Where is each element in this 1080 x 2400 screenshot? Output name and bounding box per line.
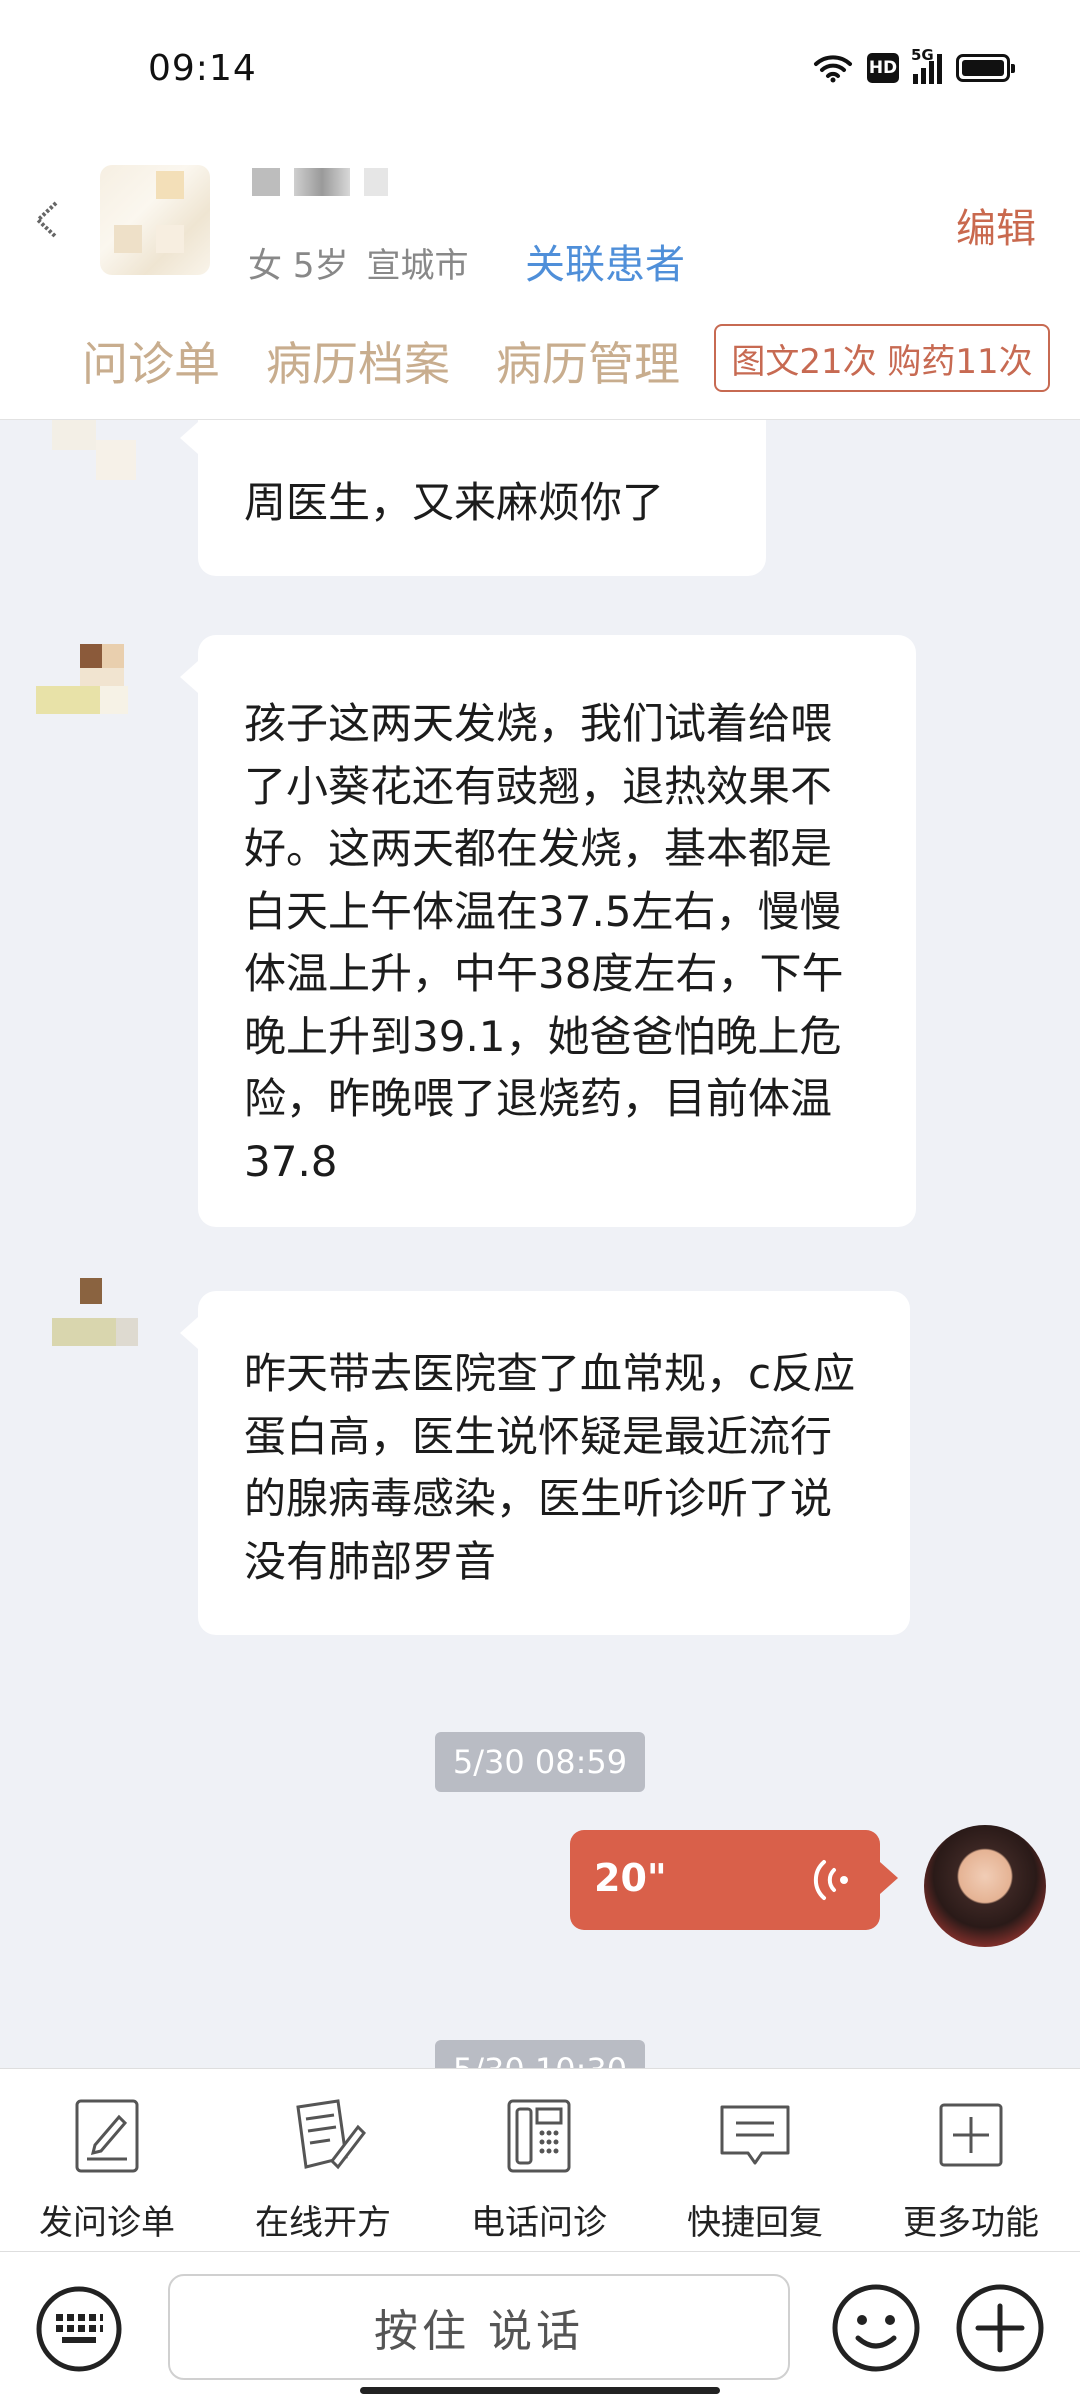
5g-signal-icon: 5G [911,46,942,84]
patient-message-avatar[interactable] [28,420,168,540]
online-prescription-button[interactable]: 在线开方 [223,2097,423,2244]
message-bubble[interactable]: 昨天带去医院查了血常规，c反应蛋白高，医生说怀疑是最近流行的腺病毒感染，医生听诊… [180,1291,910,1635]
tab-medical-records[interactable]: 病历档案 [266,328,450,394]
hold-to-talk-button[interactable]: 按住 说话 [168,2274,790,2380]
action-toolbar: 发问诊单 在线开方 电话问诊 快捷回复 更多功能 [0,2068,1080,2252]
wifi-icon [814,55,852,83]
phone-consult-button[interactable]: 电话问诊 [439,2097,639,2244]
chat-messages[interactable]: 周医生，又来麻烦你了 孩子这两天发烧，我们试着给喂了小葵花还有豉翘，退热效果不好… [0,420,1080,2068]
patient-age: 5岁 [292,246,349,286]
patient-avatar[interactable] [100,165,210,275]
message-text: 昨天带去医院查了血常规，c反应蛋白高，医生说怀疑是最近流行的腺病毒感染，医生听诊… [244,1349,856,1586]
more-functions-button[interactable]: 更多功能 [871,2097,1071,2244]
voice-duration: 20" [594,1856,667,1900]
status-bar: 09:14 HD 5G [0,0,1080,140]
service-count-badge[interactable]: 图文21次 购药11次 [714,324,1050,392]
keyboard-icon[interactable] [34,2284,124,2374]
more-plus-icon [939,2103,1003,2167]
patient-message-avatar[interactable] [28,1270,168,1410]
message-timestamp: 5/30 08:59 [435,1732,645,1792]
tab-consultation-form[interactable]: 问诊单 [82,328,220,394]
edit-button[interactable]: 编辑 [956,196,1036,254]
back-arrow-icon[interactable] [30,195,70,245]
patient-message-avatar[interactable] [28,620,168,760]
input-bar: 按住 说话 [0,2252,1080,2400]
message-timestamp: 5/30 10:30 [435,2040,645,2068]
tab-record-management[interactable]: 病历管理 [496,328,680,394]
emoji-icon[interactable] [830,2282,922,2374]
home-indicator[interactable] [360,2387,720,2394]
send-form-button[interactable]: 发问诊单 [7,2097,207,2244]
patient-city: 宣城市 [366,246,469,286]
message-text: 孩子这两天发烧，我们试着给喂了小葵花还有豉翘，退热效果不好。这两天都在发烧，基本… [244,699,844,1186]
voice-message[interactable]: 20" [570,1830,898,1930]
message-text: 周医生，又来麻烦你了 [244,478,665,527]
link-patient-button[interactable]: 关联患者 [525,232,685,290]
hd-icon: HD [867,53,899,83]
patient-info: 女 5岁 宣城市 [248,238,468,287]
header-tabs: 问诊单 病历档案 病历管理 [82,328,680,394]
quick-reply-icon [720,2105,790,2165]
status-icons: HD 5G [813,46,1015,84]
doctor-avatar[interactable] [924,1825,1046,1947]
message-bubble[interactable]: 孩子这两天发烧，我们试着给喂了小葵花还有豉翘，退热效果不好。这两天都在发烧，基本… [180,635,916,1227]
patient-name [252,168,388,196]
chat-header: 女 5岁 宣城市 关联患者 编辑 问诊单 病历档案 病历管理 图文21次 购药11… [0,140,1080,420]
status-time: 09:14 [148,48,257,89]
form-edit-icon [75,2099,139,2173]
battery-icon [956,54,1015,82]
phone-icon [507,2099,571,2173]
message-bubble[interactable]: 周医生，又来麻烦你了 [180,420,766,576]
quick-reply-button[interactable]: 快捷回复 [655,2097,855,2244]
prescription-icon [296,2099,366,2170]
plus-icon[interactable] [954,2282,1046,2374]
voice-wave-icon [813,1860,848,1900]
patient-gender: 女 [248,246,282,286]
